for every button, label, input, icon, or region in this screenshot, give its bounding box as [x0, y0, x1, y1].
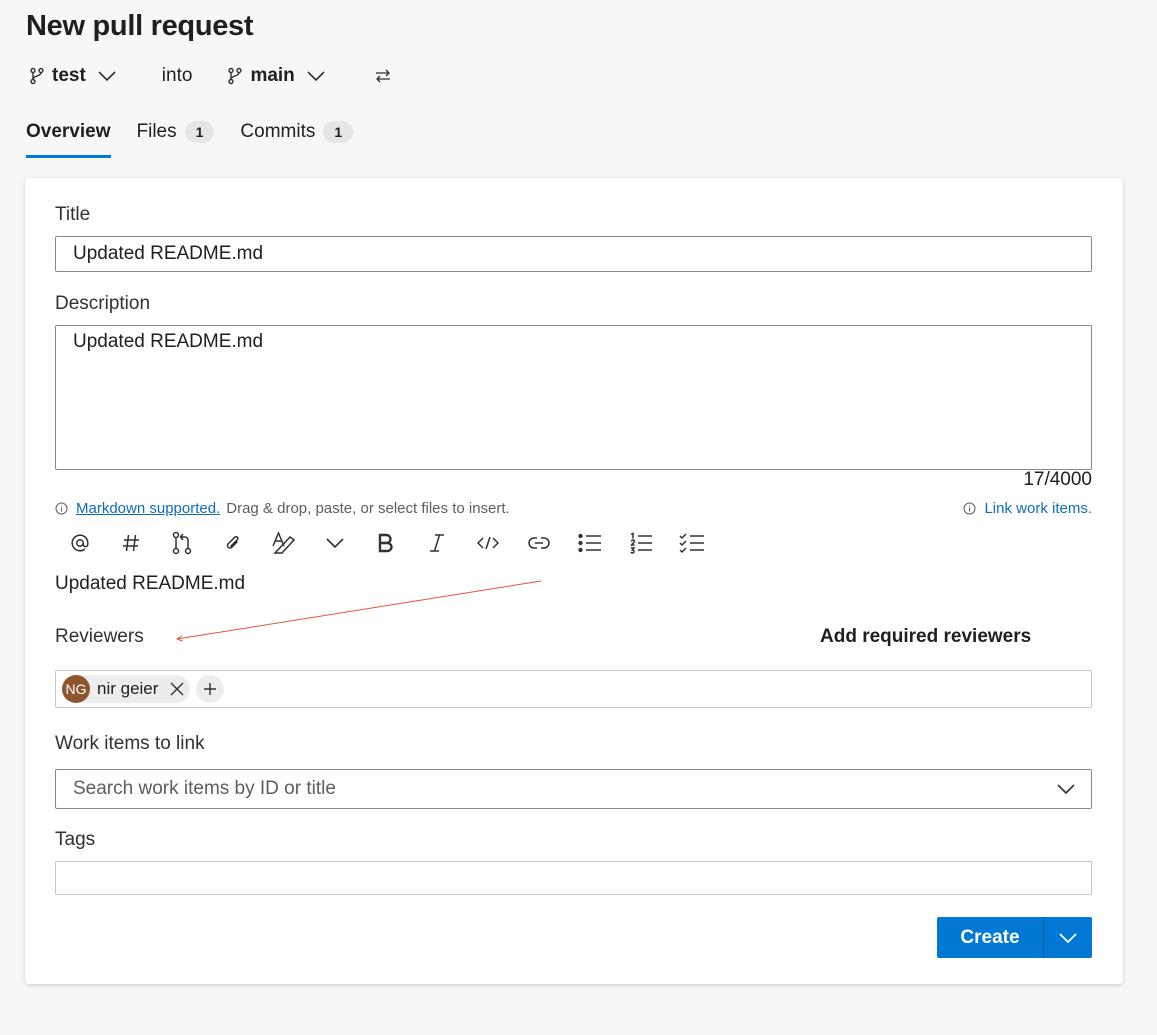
add-reviewer-button[interactable] — [196, 675, 225, 703]
title-label: Title — [55, 204, 91, 225]
plus-icon — [204, 683, 217, 695]
markdown-hint-text: Drag & drop, paste, or select files to i… — [226, 500, 510, 517]
markdown-hint-row: Markdown supported. Drag & drop, paste, … — [55, 500, 1092, 517]
branch-selector-row: test into main — [28, 60, 391, 92]
close-icon[interactable] — [170, 682, 184, 696]
link-work-items-label: Link work items. — [984, 500, 1092, 517]
reviewers-label: Reviewers — [55, 626, 144, 647]
chevron-down-icon — [1059, 932, 1077, 943]
italic-icon[interactable] — [422, 528, 452, 558]
link-work-items[interactable]: Link work items. — [963, 500, 1092, 517]
source-branch-selector[interactable]: test — [28, 65, 122, 87]
count-badge: 1 — [323, 121, 354, 143]
description-preview: Updated README.md — [55, 573, 246, 594]
create-button[interactable]: Create — [937, 917, 1043, 958]
link-icon[interactable] — [524, 528, 554, 558]
format-text-icon[interactable] — [269, 528, 299, 558]
tab-label: Commits — [240, 121, 316, 142]
info-icon — [55, 502, 68, 515]
info-icon — [963, 502, 976, 515]
description-textarea[interactable]: Updated README.md — [55, 325, 1092, 470]
checklist-icon[interactable] — [677, 528, 707, 558]
page-title: New pull request — [26, 10, 254, 42]
create-options-button[interactable] — [1043, 917, 1092, 958]
bulleted-list-icon[interactable] — [575, 528, 605, 558]
character-counter: 17/4000 — [1023, 469, 1092, 490]
create-button-group: Create — [937, 917, 1092, 958]
branch-icon — [30, 67, 44, 85]
tab-overview[interactable]: Overview — [26, 108, 111, 158]
tags-input[interactable] — [55, 861, 1092, 895]
target-branch-selector[interactable]: main — [226, 65, 330, 87]
formatting-toolbar — [65, 528, 728, 558]
attach-icon[interactable] — [218, 528, 248, 558]
work-items-search[interactable]: Search work items by ID or title — [55, 769, 1092, 809]
target-branch-name: main — [250, 65, 295, 86]
avatar: NG — [62, 675, 90, 703]
tab-label: Files — [136, 121, 177, 142]
hashtag-icon[interactable] — [116, 528, 146, 558]
mention-icon[interactable] — [65, 528, 95, 558]
work-items-label: Work items to link — [55, 733, 205, 754]
code-icon[interactable] — [473, 528, 503, 558]
bold-icon[interactable] — [371, 528, 401, 558]
work-items-placeholder: Search work items by ID or title — [73, 778, 336, 799]
tab-bar: Overview Files 1 Commits 1 — [26, 108, 379, 158]
numbered-list-icon[interactable] — [626, 528, 656, 558]
add-required-reviewers-button[interactable]: Add required reviewers — [820, 626, 1031, 648]
chevron-down-icon — [307, 70, 331, 82]
tab-label: Overview — [26, 121, 111, 142]
chevron-down-icon — [98, 70, 122, 82]
reviewer-name: nir geier — [97, 679, 159, 698]
reviewers-field[interactable]: NG nir geier — [55, 670, 1092, 708]
pull-request-icon[interactable] — [167, 528, 197, 558]
count-badge: 1 — [184, 121, 215, 143]
reviewer-chip: NG nir geier — [62, 675, 191, 703]
source-branch-name: test — [52, 65, 86, 86]
tab-files[interactable]: Files 1 — [137, 108, 215, 156]
description-label: Description — [55, 293, 151, 314]
chevron-down-icon[interactable] — [1057, 783, 1075, 795]
markdown-supported-link[interactable]: Markdown supported. — [76, 500, 220, 517]
swap-branches-icon[interactable] — [375, 69, 391, 83]
tags-label: Tags — [55, 829, 96, 850]
into-label: into — [161, 65, 193, 86]
pull-request-form: Title Updated README.md Description Upda… — [25, 178, 1123, 984]
title-input[interactable]: Updated README.md — [55, 236, 1092, 272]
branch-icon — [228, 67, 243, 85]
tab-commits[interactable]: Commits 1 — [240, 108, 354, 156]
chevron-down-icon[interactable] — [320, 528, 350, 558]
